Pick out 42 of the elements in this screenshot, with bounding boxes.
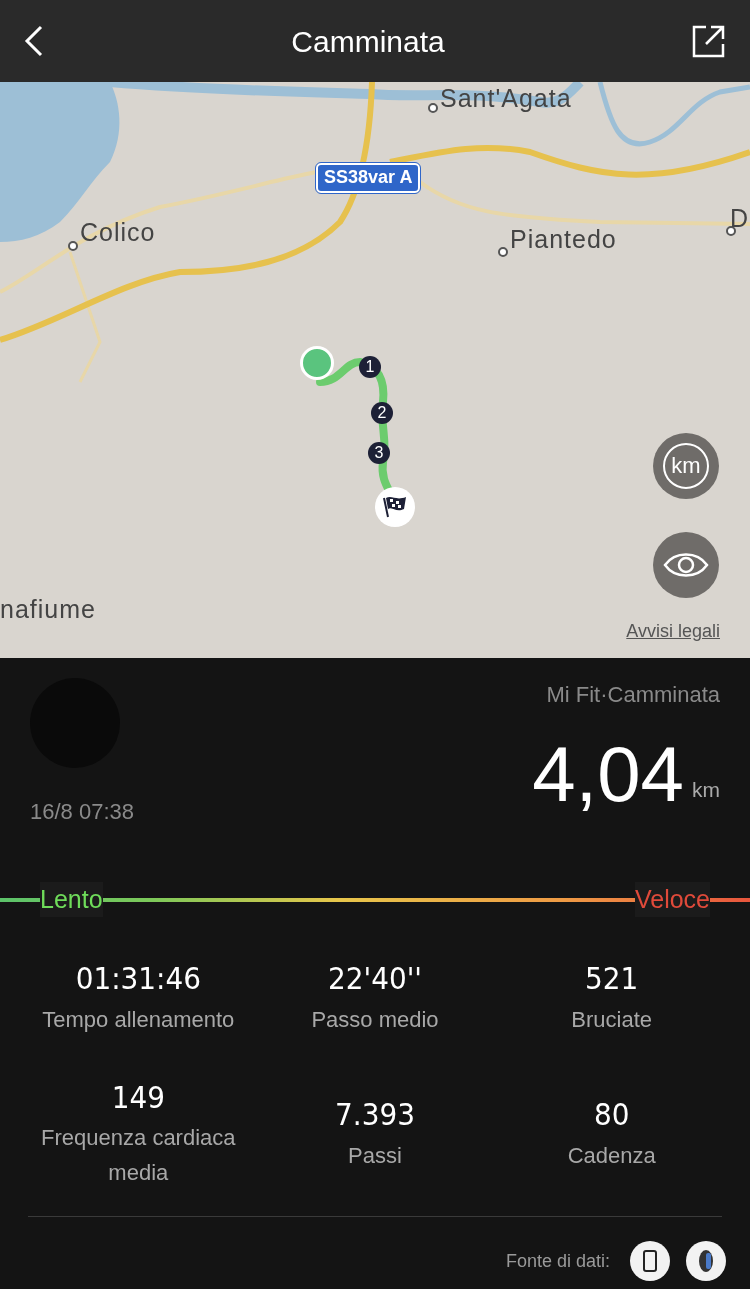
- slow-label: Lento: [40, 882, 103, 917]
- place-label: Piantedo: [510, 227, 617, 252]
- route-marker: 3: [368, 442, 390, 464]
- route-marker: 1: [359, 356, 381, 378]
- distance-value: 4,04: [532, 735, 684, 813]
- distance-unit: km: [692, 776, 720, 803]
- share-icon[interactable]: [692, 24, 726, 58]
- data-source-label: Fonte di dati:: [505, 1249, 610, 1273]
- place-dot: [428, 103, 438, 113]
- start-point-marker: [300, 346, 334, 380]
- stat-value: 80: [593, 1095, 630, 1135]
- stat-label: Tempo allenamento: [42, 1005, 235, 1034]
- legal-link[interactable]: Avvisi legali: [626, 618, 720, 645]
- stat-label: Passo medio: [311, 1005, 439, 1034]
- place-label: Colico: [80, 220, 156, 245]
- stat-value: 01:31:46: [75, 959, 201, 999]
- place-dot: [68, 241, 78, 251]
- source-label: Mi Fit·Camminata: [546, 681, 720, 709]
- stat-label: Bruciate: [571, 1005, 652, 1034]
- stat-label: Cadenza: [567, 1141, 656, 1170]
- road-number-sign: SS38var A: [316, 163, 421, 193]
- place-label: nafiume: [0, 597, 96, 622]
- place-label: D: [730, 206, 750, 231]
- map-view[interactable]: Sant'Agata Colico Piantedo D nafiume SS38var A 1 2 3 km Avvisi legali: [0, 82, 750, 658]
- stat-label: Passi: [348, 1141, 402, 1170]
- stat-value: 149: [111, 1077, 165, 1117]
- finish-flag-icon: [375, 487, 415, 527]
- stat-value: 7.393: [335, 1095, 415, 1135]
- stat-value: 521: [585, 959, 639, 999]
- place-dot: [726, 226, 736, 236]
- stat-label: Frequenza cardiaca media: [40, 1124, 237, 1188]
- fitness-band-icon[interactable]: [686, 1241, 726, 1281]
- route-marker: 2: [371, 402, 393, 424]
- stat-value: 22'40'': [328, 959, 422, 999]
- back-icon[interactable]: [24, 25, 44, 57]
- screen-title: Camminata: [291, 23, 445, 60]
- place-label: Sant'Agata: [440, 86, 572, 111]
- workout-date: 16/8 07:38: [30, 798, 134, 826]
- fast-label: Veloce: [634, 882, 710, 917]
- place-dot: [498, 247, 508, 257]
- unit-toggle-button[interactable]: km: [653, 433, 719, 499]
- phone-icon[interactable]: [630, 1241, 670, 1281]
